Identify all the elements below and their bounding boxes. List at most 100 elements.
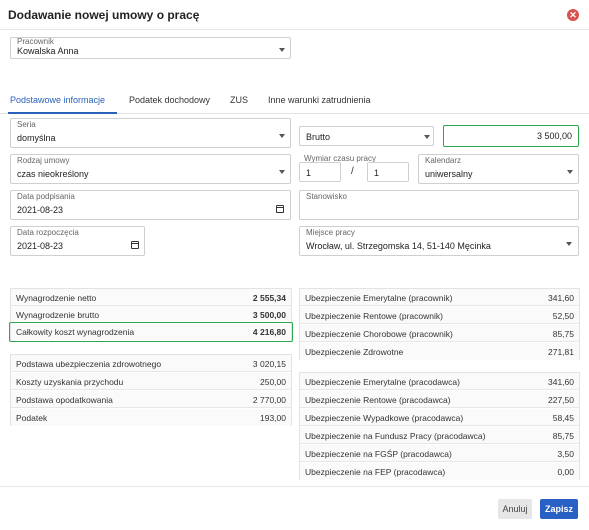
close-icon[interactable]: ✕ [567, 9, 579, 21]
summary-row: Koszty uzyskania przychodu 250,00 [11, 373, 291, 390]
work-time-numerator[interactable]: 1 [299, 162, 341, 182]
summary-row: Wynagrodzenie netto 2 555,34 [11, 289, 291, 306]
insurance-row: Ubezpieczenie Chorobowe (pracownik) 85,7… [300, 325, 579, 342]
chevron-down-icon [279, 134, 285, 138]
insurance-label: Ubezpieczenie Rentowe (pracodawca) [305, 395, 451, 405]
insurance-value: 3,50 [557, 449, 574, 459]
work-time-denominator[interactable]: 1 [367, 162, 409, 182]
summary-value: 2 555,34 [252, 293, 286, 303]
employee-insurance-panel: Ubezpieczenie Emerytalne (pracownik) 341… [299, 288, 580, 360]
start-date-value: 2021-08-23 [17, 241, 64, 251]
start-date-input[interactable]: Data rozpoczęcia 2021-08-23 [10, 226, 145, 256]
footer-divider [0, 486, 589, 487]
chevron-down-icon [567, 170, 573, 174]
cancel-button[interactable]: Anuluj [498, 499, 532, 519]
insurance-label: Ubezpieczenie na FEP (pracodawca) [305, 467, 446, 477]
insurance-row: Ubezpieczenie Rentowe (pracownik) 52,50 [300, 307, 579, 324]
calendar-label: Kalendarz [425, 156, 462, 165]
employer-insurance-panel: Ubezpieczenie Emerytalne (pracodawca) 34… [299, 372, 580, 480]
insurance-value: 271,81 [548, 347, 574, 357]
sign-date-input[interactable]: Data podpisania 2021-08-23 [10, 190, 291, 220]
insurance-row: Ubezpieczenie Emerytalne (pracodawca) 34… [300, 373, 579, 390]
insurance-value: 341,60 [548, 293, 574, 303]
insurance-label: Ubezpieczenie Wypadkowe (pracodawca) [305, 413, 464, 423]
insurance-row: Ubezpieczenie na FGŚP (pracodawca) 3,50 [300, 445, 579, 462]
summary-label: Podstawa ubezpieczenia zdrowotnego [16, 359, 162, 369]
employee-label: Pracownik [17, 37, 54, 46]
summary-label: Wynagrodzenie netto [16, 293, 97, 303]
chevron-down-icon [566, 242, 572, 246]
insurance-value: 52,50 [552, 311, 574, 321]
summary-value: 2 770,00 [252, 395, 286, 405]
insurance-value: 85,75 [552, 329, 574, 339]
workplace-value: Wrocław, ul. Strzegomska 14, 51-140 Męci… [306, 241, 491, 251]
save-button[interactable]: Zapisz [540, 499, 578, 519]
work-time-numerator-value: 1 [306, 168, 312, 178]
dialog-title: Dodawanie nowej umowy o pracę [8, 8, 200, 22]
sign-date-label: Data podpisania [17, 192, 75, 201]
insurance-row: Ubezpieczenie na Fundusz Pracy (pracodaw… [300, 427, 579, 444]
tax-summary-panel: Podstawa ubezpieczenia zdrowotnego 3 020… [10, 354, 292, 426]
salary-amount-input[interactable]: 3 500,00 [443, 125, 579, 147]
calendar-icon[interactable] [276, 205, 284, 213]
contract-dialog: Dodawanie nowej umowy o pracę ✕ Pracowni… [0, 0, 589, 530]
insurance-row: Ubezpieczenie Zdrowotne 271,81 [300, 343, 579, 360]
calendar-value: uniwersalny [425, 169, 473, 179]
series-select[interactable]: Seria domyślna [10, 118, 291, 148]
series-label: Seria [17, 120, 36, 129]
employee-value: Kowalska Anna [17, 46, 79, 56]
insurance-row: Ubezpieczenie Wypadkowe (pracodawca) 58,… [300, 409, 579, 426]
insurance-row: Ubezpieczenie Emerytalne (pracownik) 341… [300, 289, 579, 306]
chevron-down-icon [279, 170, 285, 174]
tab-income-tax[interactable]: Podatek dochodowy [129, 95, 210, 105]
sign-date-value: 2021-08-23 [17, 205, 64, 215]
tab-basic-info[interactable]: Podstawowe informacje [10, 95, 105, 105]
active-tab-indicator [8, 112, 117, 114]
summary-label: Koszty uzyskania przychodu [16, 377, 124, 387]
employee-select[interactable]: Pracownik Kowalska Anna [10, 37, 291, 59]
summary-row: Podstawa opodatkowania 2 770,00 [11, 391, 291, 408]
total-cost-highlight [9, 322, 293, 342]
insurance-value: 341,60 [548, 377, 574, 387]
position-input[interactable]: Stanowisko [299, 190, 579, 220]
chevron-down-icon [279, 48, 285, 52]
summary-value: 193,00 [260, 413, 286, 423]
summary-row: Wynagrodzenie brutto 3 500,00 [11, 306, 291, 323]
series-value: domyślna [17, 133, 56, 143]
dialog-header: Dodawanie nowej umowy o pracę ✕ [0, 0, 589, 30]
summary-label: Podatek [16, 413, 48, 423]
position-label: Stanowisko [306, 192, 347, 201]
insurance-row: Ubezpieczenie Rentowe (pracodawca) 227,5… [300, 391, 579, 408]
insurance-value: 227,50 [548, 395, 574, 405]
work-time-denominator-value: 1 [374, 168, 380, 178]
insurance-label: Ubezpieczenie na Fundusz Pracy (pracodaw… [305, 431, 486, 441]
summary-value: 3 020,15 [252, 359, 286, 369]
insurance-label: Ubezpieczenie Emerytalne (pracodawca) [305, 377, 460, 387]
workplace-label: Miejsce pracy [306, 228, 355, 237]
chevron-down-icon [424, 135, 430, 139]
summary-label: Wynagrodzenie brutto [16, 310, 100, 320]
tab-bar: Podstawowe informacje Podatek dochodowy … [0, 88, 589, 114]
summary-row: Podstawa ubezpieczenia zdrowotnego 3 020… [11, 355, 291, 372]
calendar-icon[interactable] [131, 241, 139, 249]
work-time-separator: / [351, 166, 354, 177]
tab-other-conditions[interactable]: Inne warunki zatrudnienia [268, 95, 371, 105]
contract-type-label: Rodzaj umowy [17, 156, 70, 165]
start-date-label: Data rozpoczęcia [17, 228, 79, 237]
salary-type-value: Brutto [306, 132, 331, 142]
calendar-select[interactable]: Kalendarz uniwersalny [418, 154, 579, 184]
insurance-label: Ubezpieczenie Zdrowotne [305, 347, 404, 357]
insurance-label: Ubezpieczenie Chorobowe (pracownik) [305, 329, 453, 339]
insurance-value: 58,45 [552, 413, 574, 423]
workplace-select[interactable]: Miejsce pracy Wrocław, ul. Strzegomska 1… [299, 226, 579, 256]
insurance-value: 85,75 [552, 431, 574, 441]
salary-type-select[interactable]: Brutto [299, 126, 434, 146]
summary-row: Podatek 193,00 [11, 409, 291, 426]
insurance-value: 0,00 [557, 467, 574, 477]
contract-type-select[interactable]: Rodzaj umowy czas nieokreślony [10, 154, 291, 184]
insurance-label: Ubezpieczenie na FGŚP (pracodawca) [305, 449, 452, 459]
summary-label: Podstawa opodatkowania [16, 395, 113, 405]
tab-zus[interactable]: ZUS [230, 95, 248, 105]
salary-amount-value: 3 500,00 [536, 131, 572, 141]
summary-value: 250,00 [260, 377, 286, 387]
